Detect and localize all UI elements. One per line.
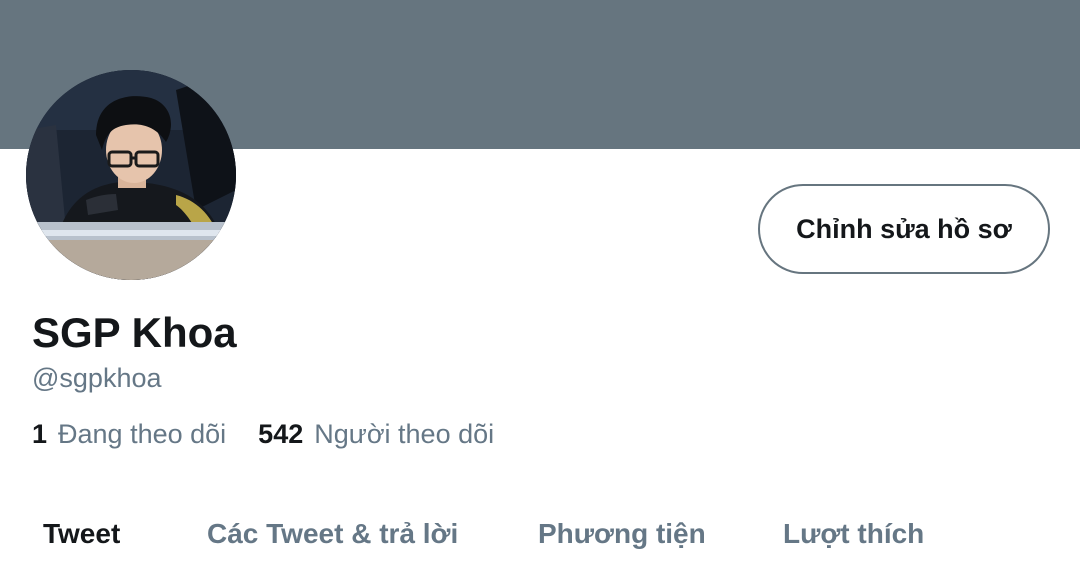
tab-media[interactable]: Phương tiện: [538, 510, 706, 558]
following-label: Đang theo dõi: [58, 419, 227, 449]
profile-tabs: Tweet Các Tweet & trả lời Phương tiện Lư…: [0, 510, 1080, 560]
profile-handle: @sgpkhoa: [32, 363, 162, 393]
profile-avatar[interactable]: [26, 70, 236, 280]
followers-label: Người theo dõi: [314, 419, 495, 449]
avatar-photo-icon: [26, 70, 236, 280]
profile-page: Chỉnh sửa hồ sơ SGP Khoa @sgpkhoa 1 Đang…: [0, 0, 1080, 581]
followers-count: 542: [258, 419, 304, 449]
tab-likes[interactable]: Lượt thích: [783, 510, 924, 558]
following-stat[interactable]: 1 Đang theo dõi: [32, 418, 226, 450]
profile-display-name: SGP Khoa: [32, 309, 237, 356]
followers-stat[interactable]: 542 Người theo dõi: [258, 418, 494, 450]
tab-tweets-and-replies[interactable]: Các Tweet & trả lời: [207, 510, 458, 558]
following-count: 1: [32, 419, 48, 449]
edit-profile-button[interactable]: Chỉnh sửa hồ sơ: [758, 184, 1050, 274]
follow-stats: 1 Đang theo dõi 542 Người theo dõi: [32, 418, 526, 450]
tab-tweets[interactable]: Tweet: [43, 510, 120, 558]
